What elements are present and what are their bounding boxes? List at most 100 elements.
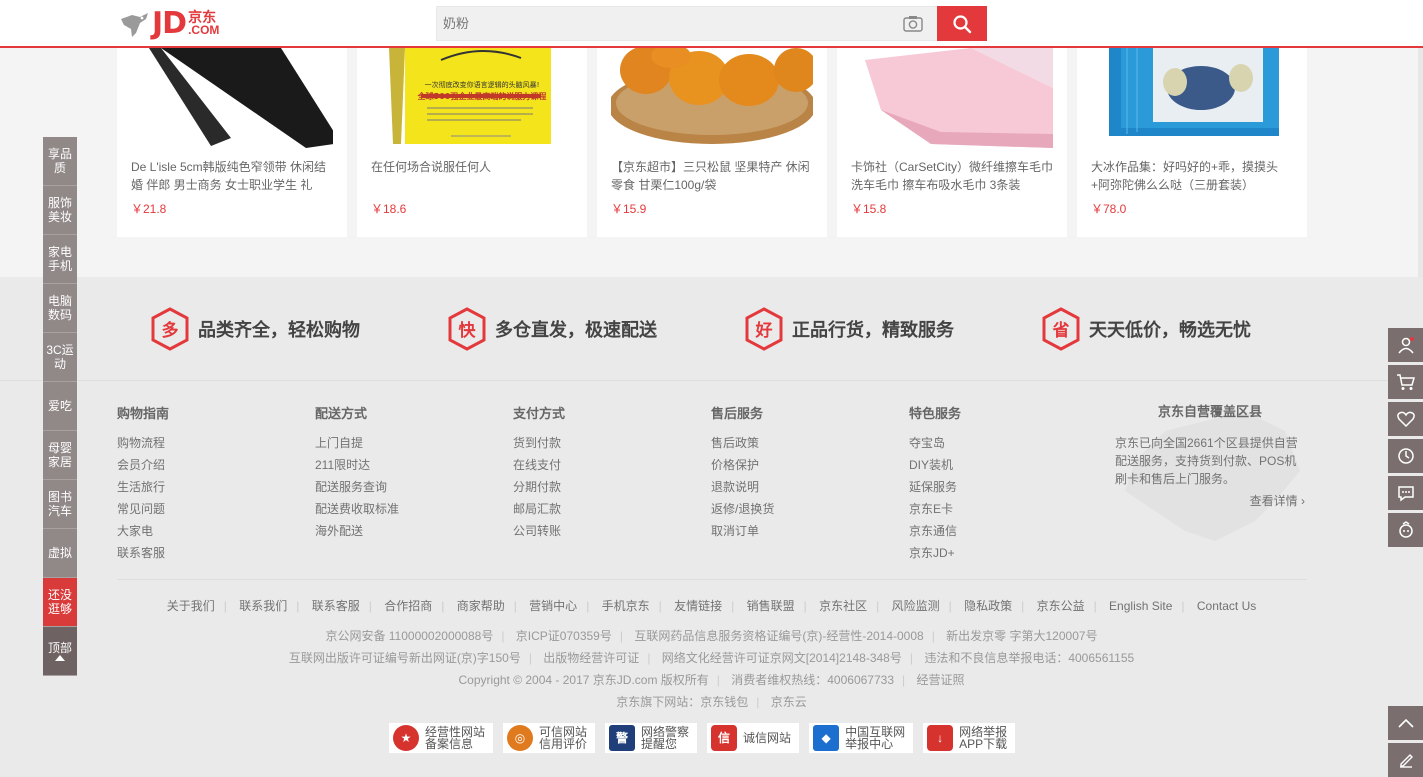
floor-nav-item[interactable]: 图书汽车 — [43, 480, 77, 529]
footer-link[interactable]: 分期付款 — [513, 476, 565, 498]
footer-link[interactable]: 配送服务查询 — [315, 476, 399, 498]
message-icon[interactable] — [1388, 476, 1423, 510]
floor-nav: 享品质 服饰美妆 家电手机 电脑数码 3C运动 爱吃 母婴家居 图书汽车 虚拟 … — [43, 137, 77, 676]
trust-badge[interactable]: ◎ 可信网站 信用评价 — [503, 723, 596, 753]
product-title[interactable]: 卡饰社（CarSetCity）微纤维擦车毛巾洗车毛巾 擦车布吸水毛巾 3条装 — [851, 158, 1053, 194]
footer-link[interactable]: 夺宝岛 — [909, 432, 961, 454]
floor-nav-item-active[interactable]: 还没逛够 — [43, 578, 77, 627]
floor-nav-item[interactable]: 家电手机 — [43, 235, 77, 284]
trust-badge[interactable]: 信 诚信网站 — [707, 723, 800, 753]
bottom-link[interactable]: 手机京东 — [602, 599, 650, 613]
hexagon-badge-icon: 好 — [745, 307, 783, 351]
product-title[interactable]: 在任何场合说服任何人 — [371, 158, 573, 194]
bottom-link[interactable]: 关于我们 — [167, 599, 215, 613]
edit-icon[interactable] — [1388, 743, 1423, 777]
footer-link[interactable]: 售后政策 — [711, 432, 774, 454]
product-card[interactable]: 大冰作品集：好吗好的+乖，摸摸头+阿弥陀佛么么哒（三册套装） ￥78.0 — [1077, 48, 1307, 237]
trust-badge[interactable]: ★ 经营性网站 备案信息 — [389, 723, 494, 753]
footer-link[interactable]: 购物流程 — [117, 432, 169, 454]
trust-badge[interactable]: 警 网络警察 提醒您 — [605, 723, 698, 753]
coverage-more-link[interactable]: 查看详情 › — [1115, 492, 1305, 509]
product-title[interactable]: 【京东超市】三只松鼠 坚果特产 休闲零食 甘栗仁100g/袋 — [611, 158, 813, 194]
product-image[interactable]: 一次彻底改变你语言逻辑的头脑风暴! 全球500强企业最高端的说服力课程 — [371, 48, 573, 148]
footer-link[interactable]: 邮局汇款 — [513, 498, 565, 520]
footer-link[interactable]: 配送费收取标准 — [315, 498, 399, 520]
footer-link[interactable]: 返修/退换货 — [711, 498, 774, 520]
bottom-link[interactable]: 风险监测 — [892, 599, 940, 613]
footer-link[interactable]: 海外配送 — [315, 520, 399, 542]
bottom-link[interactable]: 合作招商 — [384, 599, 432, 613]
footer-link[interactable]: 会员介绍 — [117, 454, 169, 476]
user-icon[interactable] — [1388, 328, 1423, 362]
floor-nav-item[interactable]: 享品质 — [43, 137, 77, 186]
product-title[interactable]: De L'isle 5cm韩版纯色窄领带 休闲结婚 伴郎 男士商务 女士职业学生… — [131, 158, 333, 194]
footer-link[interactable]: 京东通信 — [909, 520, 961, 542]
copyright-item[interactable]: 京ICP证070359号 — [516, 629, 612, 643]
hexagon-badge-icon: 省 — [1042, 307, 1080, 351]
product-image[interactable] — [131, 48, 333, 148]
bottom-link[interactable]: 联系我们 — [239, 599, 287, 613]
footer-link[interactable]: 联系客服 — [117, 542, 169, 564]
feedback-icon[interactable] — [1388, 513, 1423, 547]
floor-nav-item[interactable]: 服饰美妆 — [43, 186, 77, 235]
history-icon[interactable] — [1388, 439, 1423, 473]
top-arrow-icon[interactable] — [1388, 706, 1423, 740]
footer-link[interactable]: 货到付款 — [513, 432, 565, 454]
copyright-item[interactable]: 经营证照 — [916, 673, 964, 687]
footer-link[interactable]: 延保服务 — [909, 476, 961, 498]
footer-link[interactable]: 公司转账 — [513, 520, 565, 542]
bottom-link[interactable]: Contact Us — [1197, 599, 1256, 613]
floor-nav-item[interactable]: 爱吃 — [43, 382, 77, 431]
bottom-link[interactable]: English Site — [1109, 599, 1172, 613]
product-image[interactable] — [1091, 48, 1293, 148]
search-input[interactable] — [437, 7, 877, 40]
product-image[interactable] — [611, 48, 813, 148]
floor-nav-item[interactable]: 母婴家居 — [43, 431, 77, 480]
jd-logo[interactable]: JD 京东 .COM — [118, 6, 240, 42]
footer-link[interactable]: DIY装机 — [909, 454, 961, 476]
footer-link[interactable]: 上门自提 — [315, 432, 399, 454]
product-card[interactable]: 一次彻底改变你语言逻辑的头脑风暴! 全球500强企业最高端的说服力课程 在任何场… — [357, 48, 587, 237]
trust-badge[interactable]: ↓ 网络举报 APP下载 — [923, 723, 1016, 753]
product-title[interactable]: 大冰作品集：好吗好的+乖，摸摸头+阿弥陀佛么么哒（三册套装） — [1091, 158, 1293, 194]
floor-nav-item[interactable]: 虚拟 — [43, 529, 77, 578]
cart-icon[interactable] — [1388, 365, 1423, 399]
product-card[interactable]: 【京东超市】三只松鼠 坚果特产 休闲零食 甘栗仁100g/袋 ￥15.9 — [597, 48, 827, 237]
copyright-item[interactable]: 京东旗下网站：京东钱包 — [616, 695, 748, 709]
product-image[interactable] — [851, 48, 1053, 148]
footer-link[interactable]: 取消订单 — [711, 520, 774, 542]
footer-link[interactable]: 京东JD+ — [909, 542, 961, 564]
footer-link[interactable]: 京东E卡 — [909, 498, 961, 520]
heart-icon[interactable] — [1388, 402, 1423, 436]
bottom-link[interactable]: 联系客服 — [312, 599, 360, 613]
copyright-item[interactable]: 互联网药品信息服务资格证编号(京)-经营性-2014-0008 — [634, 629, 923, 643]
footer-link[interactable]: 价格保护 — [711, 454, 774, 476]
bottom-link[interactable]: 友情链接 — [674, 599, 722, 613]
trust-badge[interactable]: ◆ 中国互联网 举报中心 — [809, 723, 914, 753]
copyright-item[interactable]: 出版物经营许可证 — [543, 651, 639, 665]
footer-link[interactable]: 在线支付 — [513, 454, 565, 476]
product-card[interactable]: De L'isle 5cm韩版纯色窄领带 休闲结婚 伴郎 男士商务 女士职业学生… — [117, 48, 347, 237]
bottom-link[interactable]: 京东社区 — [819, 599, 867, 613]
bottom-link[interactable]: 隐私政策 — [964, 599, 1012, 613]
copyright-item[interactable]: 新出发京零 字第大120007号 — [946, 629, 1097, 643]
product-card[interactable]: 卡饰社（CarSetCity）微纤维擦车毛巾洗车毛巾 擦车布吸水毛巾 3条装 ￥… — [837, 48, 1067, 237]
footer-link[interactable]: 退款说明 — [711, 476, 774, 498]
copyright-item[interactable]: 互联网出版许可证编号新出网证(京)字150号 — [289, 651, 521, 665]
floor-nav-item[interactable]: 3C运动 — [43, 333, 77, 382]
search-button[interactable] — [937, 6, 987, 41]
back-to-top-button[interactable]: 顶部 — [43, 627, 77, 676]
floor-nav-item[interactable]: 电脑数码 — [43, 284, 77, 333]
copyright-item[interactable]: 京公网安备 11000002000088号 — [325, 629, 493, 643]
camera-icon[interactable] — [903, 15, 923, 32]
copyright-item[interactable]: 京东云 — [771, 695, 807, 709]
footer-link[interactable]: 生活旅行 — [117, 476, 169, 498]
bottom-link[interactable]: 销售联盟 — [747, 599, 795, 613]
bottom-link[interactable]: 商家帮助 — [457, 599, 505, 613]
footer-link[interactable]: 211限时达 — [315, 454, 399, 476]
bottom-link[interactable]: 营销中心 — [529, 599, 577, 613]
copyright-item[interactable]: 网络文化经营许可证京网文[2014]2148-348号 — [662, 651, 902, 665]
bottom-link[interactable]: 京东公益 — [1037, 599, 1085, 613]
footer-link[interactable]: 大家电 — [117, 520, 169, 542]
footer-link[interactable]: 常见问题 — [117, 498, 169, 520]
